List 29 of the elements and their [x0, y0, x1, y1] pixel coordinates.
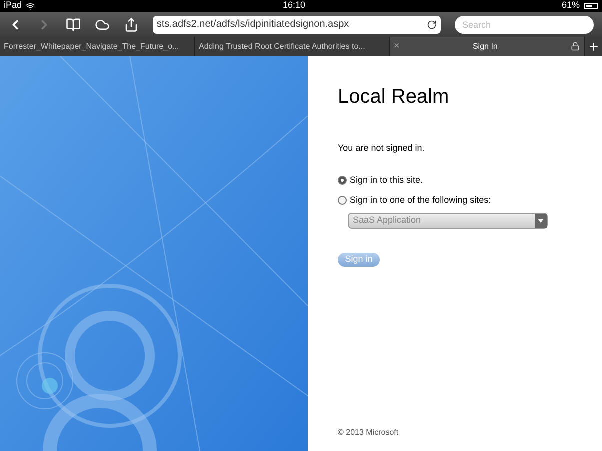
status-message: You are not signed in. [338, 142, 426, 155]
plus-icon [588, 40, 600, 52]
browser-tab[interactable]: × Sign In [390, 37, 585, 56]
page-title: Local Realm [338, 85, 450, 110]
radio-label: Sign in to this site. [350, 174, 424, 187]
share-icon[interactable] [124, 16, 139, 32]
browser-tab[interactable]: Adding Trusted Root Certificate Authorities to... [195, 37, 390, 56]
close-tab-button[interactable]: × [394, 39, 400, 54]
browser-tab[interactable]: Forrester_Whitepaper_Navigate_The_Future_o... [0, 37, 195, 56]
copyright-footer: © 2013 Microsoft [338, 427, 602, 439]
address-field[interactable]: sts.adfs2.net/adfs/ls/idpinitiatedsignon.aspx [152, 16, 441, 34]
new-tab-button[interactable] [585, 37, 602, 56]
radio-button[interactable] [338, 176, 347, 185]
dropdown-value: SaaS Application [352, 214, 422, 227]
tab-title: Sign In [472, 40, 498, 52]
battery-percent: 61% [562, 0, 580, 12]
search-field[interactable]: Search [454, 16, 594, 34]
tab-title: Adding Trusted Root Certificate Authorities to... [199, 40, 366, 52]
lock-icon [571, 42, 580, 51]
radio-button[interactable] [338, 196, 347, 206]
reload-icon[interactable] [426, 20, 437, 30]
radio-label: Sign in to one of the following sites: [350, 194, 492, 207]
battery-icon [584, 3, 598, 9]
device-name: iPad [4, 0, 22, 12]
book-icon[interactable] [66, 16, 81, 32]
tab-title: Forrester_Whitepaper_Navigate_The_Future_o... [4, 40, 180, 52]
clock: 16:10 [283, 0, 306, 12]
wifi-icon [26, 2, 36, 10]
url-text: sts.adfs2.net/adfs/ls/idpinitiatedsignon.aspx [156, 18, 350, 32]
